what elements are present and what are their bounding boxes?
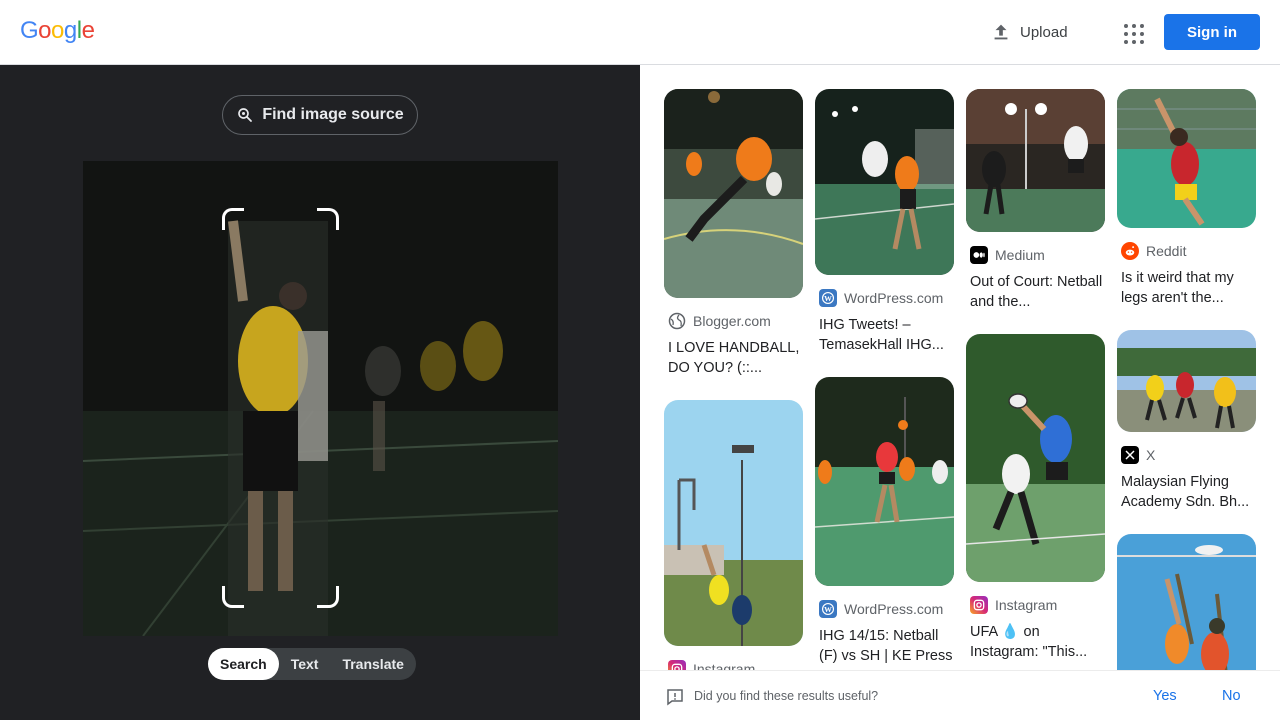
crop-selection-box[interactable] bbox=[222, 208, 339, 608]
upload-button[interactable]: Upload bbox=[990, 17, 1068, 47]
feedback-yes-button[interactable]: Yes bbox=[1153, 688, 1177, 704]
result-thumbnail[interactable] bbox=[966, 89, 1105, 232]
svg-text:W: W bbox=[824, 294, 832, 303]
medium-icon bbox=[970, 246, 988, 264]
tab-search[interactable]: Search bbox=[208, 648, 279, 680]
result-thumbnail[interactable] bbox=[664, 89, 803, 298]
x-icon bbox=[1121, 446, 1139, 464]
upload-label: Upload bbox=[1020, 23, 1068, 41]
find-image-source-label: Find image source bbox=[262, 106, 404, 123]
instagram-icon bbox=[970, 596, 988, 614]
crop-handle-top-right[interactable] bbox=[317, 208, 339, 230]
tab-text[interactable]: Text bbox=[279, 648, 331, 680]
result-source: W WordPress.com bbox=[815, 289, 954, 307]
logo-letter: e bbox=[81, 17, 95, 44]
globe-icon bbox=[668, 312, 686, 330]
mode-tabs: Search Text Translate bbox=[208, 648, 416, 680]
reddit-icon bbox=[1121, 242, 1139, 260]
logo-letter: g bbox=[63, 17, 77, 44]
apps-grid-icon[interactable] bbox=[1118, 18, 1146, 46]
result-source: Blogger.com bbox=[664, 312, 803, 330]
result-thumbnail[interactable] bbox=[1117, 89, 1256, 228]
logo-letter: G bbox=[20, 17, 39, 44]
visual-matches-panel: Blogger.com I LOVE HANDBALL, DO YOU? (::… bbox=[640, 65, 1280, 670]
crop-handle-top-left[interactable] bbox=[222, 208, 244, 230]
feedback-icon bbox=[667, 689, 683, 706]
svg-text:W: W bbox=[824, 605, 832, 614]
result-source: Medium bbox=[966, 246, 1105, 264]
result-source-name: X bbox=[1146, 447, 1156, 463]
result-card[interactable] bbox=[1117, 534, 1256, 670]
results-column: Reddit Is it weird that my legs aren't t… bbox=[1117, 89, 1256, 670]
find-image-source-button[interactable]: Find image source bbox=[222, 95, 418, 135]
query-panel: Find image source Search Text Translate bbox=[0, 65, 640, 720]
logo-letter: o bbox=[51, 17, 64, 44]
feedback-question: Did you find these results useful? bbox=[694, 689, 879, 703]
result-thumbnail[interactable] bbox=[1117, 330, 1256, 432]
result-source-name: Instagram bbox=[995, 597, 1058, 613]
crop-handle-bottom-right[interactable] bbox=[317, 586, 339, 608]
result-card[interactable]: Blogger.com I LOVE HANDBALL, DO YOU? (::… bbox=[664, 89, 803, 378]
result-title[interactable]: Is it weird that my legs aren't the... bbox=[1117, 268, 1256, 308]
result-thumbnail[interactable] bbox=[1117, 534, 1256, 670]
top-bar: Google Upload Sign in bbox=[0, 0, 1280, 65]
result-thumbnail[interactable] bbox=[664, 400, 803, 646]
feedback-no-button[interactable]: No bbox=[1222, 688, 1241, 704]
result-source-name: Medium bbox=[995, 247, 1045, 263]
results-column: W WordPress.com IHG Tweets! – TemasekHal… bbox=[815, 89, 954, 670]
logo-letter: o bbox=[38, 17, 52, 44]
result-source-name: WordPress.com bbox=[844, 601, 944, 617]
result-title[interactable]: UFA 💧 on Instagram: "This... bbox=[966, 622, 1105, 662]
result-title[interactable]: Malaysian Flying Academy Sdn. Bh... bbox=[1117, 472, 1256, 512]
result-source-name: Blogger.com bbox=[693, 313, 771, 329]
result-title[interactable]: Out of Court: Netball and the... bbox=[966, 272, 1105, 312]
result-card[interactable]: W WordPress.com IHG 14/15: Netball (F) v… bbox=[815, 377, 954, 666]
result-card[interactable]: W WordPress.com IHG Tweets! – TemasekHal… bbox=[815, 89, 954, 355]
sign-in-button[interactable]: Sign in bbox=[1164, 14, 1260, 50]
result-thumbnail[interactable] bbox=[815, 377, 954, 586]
wordpress-icon: W bbox=[819, 600, 837, 618]
result-source-name: Reddit bbox=[1146, 243, 1187, 259]
result-card[interactable]: Reddit Is it weird that my legs aren't t… bbox=[1117, 89, 1256, 308]
result-source: W WordPress.com bbox=[815, 600, 954, 618]
google-logo[interactable]: Google bbox=[20, 17, 95, 45]
result-source-name: WordPress.com bbox=[844, 290, 944, 306]
result-thumbnail[interactable] bbox=[966, 334, 1105, 582]
results-column: Blogger.com I LOVE HANDBALL, DO YOU? (::… bbox=[664, 89, 803, 670]
instagram-icon bbox=[668, 660, 686, 670]
result-source: Instagram bbox=[664, 660, 803, 670]
result-source: Reddit bbox=[1117, 242, 1256, 260]
result-source-name: Instagram bbox=[693, 661, 756, 670]
tab-translate[interactable]: Translate bbox=[330, 648, 415, 680]
upload-icon bbox=[994, 24, 1008, 40]
result-card[interactable]: Medium Out of Court: Netball and the... bbox=[966, 89, 1105, 312]
result-source: Instagram bbox=[966, 596, 1105, 614]
result-title[interactable]: I LOVE HANDBALL, DO YOU? (::... bbox=[664, 338, 803, 378]
feedback-bar: Did you find these results useful? Yes N… bbox=[640, 670, 1280, 720]
wordpress-icon: W bbox=[819, 289, 837, 307]
result-title[interactable]: IHG Tweets! – TemasekHall IHG... bbox=[815, 315, 954, 355]
results-column: Medium Out of Court: Netball and the... bbox=[966, 89, 1105, 670]
crop-handle-bottom-left[interactable] bbox=[222, 586, 244, 608]
result-card[interactable]: Instagram UFA 💧 on Instagram: "This... bbox=[966, 334, 1105, 662]
result-card[interactable]: X Malaysian Flying Academy Sdn. Bh... bbox=[1117, 330, 1256, 512]
result-thumbnail[interactable] bbox=[815, 89, 954, 275]
result-card[interactable]: Instagram bbox=[664, 400, 803, 670]
result-title[interactable]: IHG 14/15: Netball (F) vs SH | KE Press bbox=[815, 626, 954, 666]
lens-search-icon bbox=[238, 108, 253, 122]
result-source: X bbox=[1117, 446, 1256, 464]
